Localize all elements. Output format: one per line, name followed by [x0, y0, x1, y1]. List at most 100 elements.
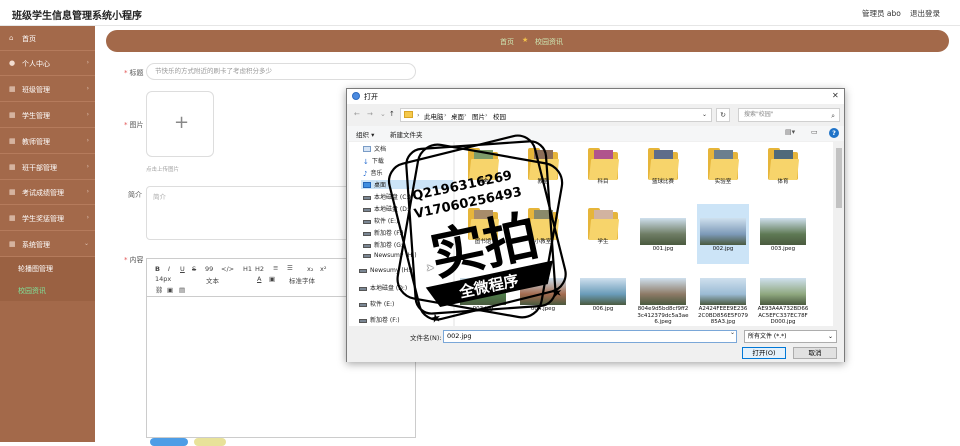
- bold-button[interactable]: B: [155, 265, 160, 273]
- nav-item-desktop[interactable]: 桌面: [361, 180, 453, 189]
- command-bar: 组织 ▾ 新建文件夹 ▤▾ ▭ ?: [347, 126, 844, 141]
- nav-item-downloads[interactable]: ↓ 下载: [363, 156, 384, 166]
- bg-color-icon[interactable]: ▣: [269, 275, 275, 283]
- path-separator: ›: [464, 111, 467, 119]
- chevron-down-icon[interactable]: ⌄: [702, 111, 707, 118]
- folder-item[interactable]: 宿舍: [457, 144, 509, 204]
- path-segment[interactable]: 校园: [493, 111, 506, 121]
- nav-item-drive-f[interactable]: 新加卷 (F:): [363, 228, 404, 237]
- organize-menu[interactable]: 组织 ▾: [356, 129, 374, 139]
- ordered-list-icon[interactable]: ≡: [273, 264, 278, 272]
- cancel-form-button[interactable]: [194, 438, 226, 446]
- nav-item-drive-e[interactable]: 软件 (E:): [363, 216, 398, 225]
- image-file-item[interactable]: 003.jpeg: [757, 204, 809, 264]
- filetype-select[interactable]: 所有文件 (*.*) ⌄: [744, 330, 837, 343]
- nav-item-drive-e-2[interactable]: 软件 (E:): [359, 299, 394, 308]
- scrollbar-thumb[interactable]: [836, 148, 842, 208]
- quote-button[interactable]: 99: [205, 265, 213, 273]
- sidebar-item-label: 教师管理: [22, 138, 50, 146]
- image-file-item[interactable]: AE93A4A732BD66AC5EFC337EC78FD000.jpg: [757, 264, 809, 325]
- image-file-item[interactable]: 002.jpg: [697, 204, 749, 264]
- strike-button[interactable]: S: [192, 265, 196, 273]
- logout-link[interactable]: 退出登录: [910, 8, 940, 19]
- superscript-button[interactable]: x²: [320, 265, 326, 273]
- image-file-item[interactable]: 804e9d5bd8cf9ff23c412379dc5a3ae6.jpeg: [637, 264, 689, 325]
- new-folder-button[interactable]: 新建文件夹: [390, 129, 423, 139]
- address-bar[interactable]: › 此电脑 › 桌面 › 图片 › 校园 ⌄: [400, 108, 712, 122]
- sidebar-item-rewards[interactable]: ▦ 学生奖惩管理 ›: [0, 206, 95, 231]
- image-file-item[interactable]: 006.jpg: [577, 264, 629, 324]
- cancel-button[interactable]: 取消: [793, 347, 837, 359]
- underline-button[interactable]: U: [180, 265, 185, 273]
- sidebar-item-exams[interactable]: ▦ 考试成绩管理 ›: [0, 180, 95, 205]
- text-style-select[interactable]: 文本: [206, 275, 219, 285]
- breadcrumb-home[interactable]: 首页: [500, 37, 514, 47]
- sidebar-item-system[interactable]: ▦ 系统管理 ⌄: [0, 232, 95, 257]
- code-button[interactable]: </>: [221, 265, 234, 273]
- folder-item[interactable]: 教室: [517, 144, 569, 204]
- image-file-item[interactable]: 004.jpeg: [517, 264, 569, 324]
- folder-item[interactable]: 学生: [577, 204, 629, 264]
- filename-input[interactable]: 002.jpg: [443, 330, 737, 343]
- open-button[interactable]: 打开(O): [742, 347, 786, 359]
- file-pane-scrollbar[interactable]: [835, 142, 843, 326]
- folder-item[interactable]: 小教室: [517, 204, 569, 264]
- view-options-icon[interactable]: ▤▾: [785, 128, 795, 137]
- image-file-item[interactable]: 001.jpg: [637, 204, 689, 264]
- chevron-down-icon[interactable]: ⌄: [380, 110, 386, 118]
- sidebar-subitem-news[interactable]: 校园资讯: [0, 279, 95, 301]
- file-name: 804e9d5bd8cf9ff23c412379dc5a3ae6.jpeg: [637, 306, 689, 325]
- nav-item-drive-h-2[interactable]: Newsumy (H:): [359, 267, 413, 274]
- video-icon[interactable]: ▤: [179, 286, 185, 294]
- image-file-item[interactable]: A2424FEEE9E2362C0BD856E5F07985A3.jpg: [697, 264, 749, 325]
- folder-item[interactable]: 篮球比赛: [637, 144, 689, 204]
- up-icon[interactable]: ↑: [389, 110, 395, 118]
- path-segment[interactable]: 桌面: [451, 111, 464, 121]
- sidebar-item-profile[interactable]: ● 个人中心 ›: [0, 51, 95, 76]
- title-label: * 标题: [124, 69, 144, 77]
- title-input[interactable]: 节快乐的方式附近的刷卡了考虑积分多少: [146, 63, 416, 80]
- nav-item-music[interactable]: ♪ 音乐: [363, 168, 382, 178]
- sidebar-item-home[interactable]: ⌂ 首页: [0, 26, 95, 51]
- image-icon[interactable]: ▣: [167, 286, 173, 294]
- nav-item-drive-g[interactable]: 新加卷 (G:): [363, 240, 405, 249]
- close-icon[interactable]: ✕: [832, 91, 839, 100]
- link-icon[interactable]: ⛓: [155, 286, 163, 294]
- help-icon[interactable]: ?: [829, 128, 839, 138]
- h2-button[interactable]: H2: [255, 265, 264, 273]
- bullet-list-icon[interactable]: ☰: [287, 264, 293, 272]
- path-segment[interactable]: 图片: [472, 111, 485, 121]
- nav-item-documents[interactable]: 文档: [363, 144, 386, 153]
- sidebar-item-class[interactable]: ▦ 班级管理 ›: [0, 77, 95, 102]
- subscript-button[interactable]: x₂: [307, 265, 313, 273]
- submit-button[interactable]: [150, 438, 188, 446]
- chevron-down-icon[interactable]: ⌄: [730, 329, 735, 336]
- path-segment[interactable]: 此电脑: [424, 111, 444, 121]
- folder-item[interactable]: 实验室: [697, 144, 749, 204]
- refresh-icon[interactable]: ↻: [716, 108, 730, 122]
- sidebar-item-cadres[interactable]: ▦ 班干部管理 ›: [0, 155, 95, 180]
- folder-item[interactable]: 图书馆: [457, 204, 509, 264]
- image-upload-box[interactable]: +: [146, 91, 214, 157]
- nav-item-drive-f-2[interactable]: 新加卷 (F:): [359, 315, 400, 324]
- h1-button[interactable]: H1: [243, 265, 252, 273]
- image-file-item[interactable]: 003.jpg: [457, 264, 509, 324]
- preview-pane-icon[interactable]: ▭: [811, 128, 821, 137]
- back-icon[interactable]: ←: [354, 110, 360, 118]
- nav-item-drive-c[interactable]: 本地磁盘 (C:): [363, 192, 411, 201]
- folder-item[interactable]: 体育: [757, 144, 809, 204]
- nav-item-drive-h[interactable]: Newsumy (H:): [363, 252, 417, 259]
- nav-item-drive-d-2[interactable]: 本地磁盘 (D:): [359, 283, 407, 292]
- sidebar-subitem-carousel[interactable]: 轮播图管理: [0, 257, 95, 279]
- sidebar-item-teachers[interactable]: ▦ 教师管理 ›: [0, 129, 95, 154]
- font-size-select[interactable]: 14px: [155, 275, 171, 283]
- folder-search-input[interactable]: 搜索"校园" ⌕: [738, 108, 840, 122]
- forward-icon[interactable]: →: [367, 110, 373, 118]
- font-color-icon[interactable]: A: [257, 275, 261, 283]
- font-family-select[interactable]: 标准字体: [289, 275, 315, 285]
- italic-button[interactable]: I: [168, 265, 170, 273]
- sidebar-item-students[interactable]: ▦ 学生管理 ›: [0, 103, 95, 128]
- nav-item-drive-d[interactable]: 本地磁盘 (D:): [363, 204, 411, 213]
- file-name: 教室: [537, 179, 549, 185]
- folder-item[interactable]: 科目: [577, 144, 629, 204]
